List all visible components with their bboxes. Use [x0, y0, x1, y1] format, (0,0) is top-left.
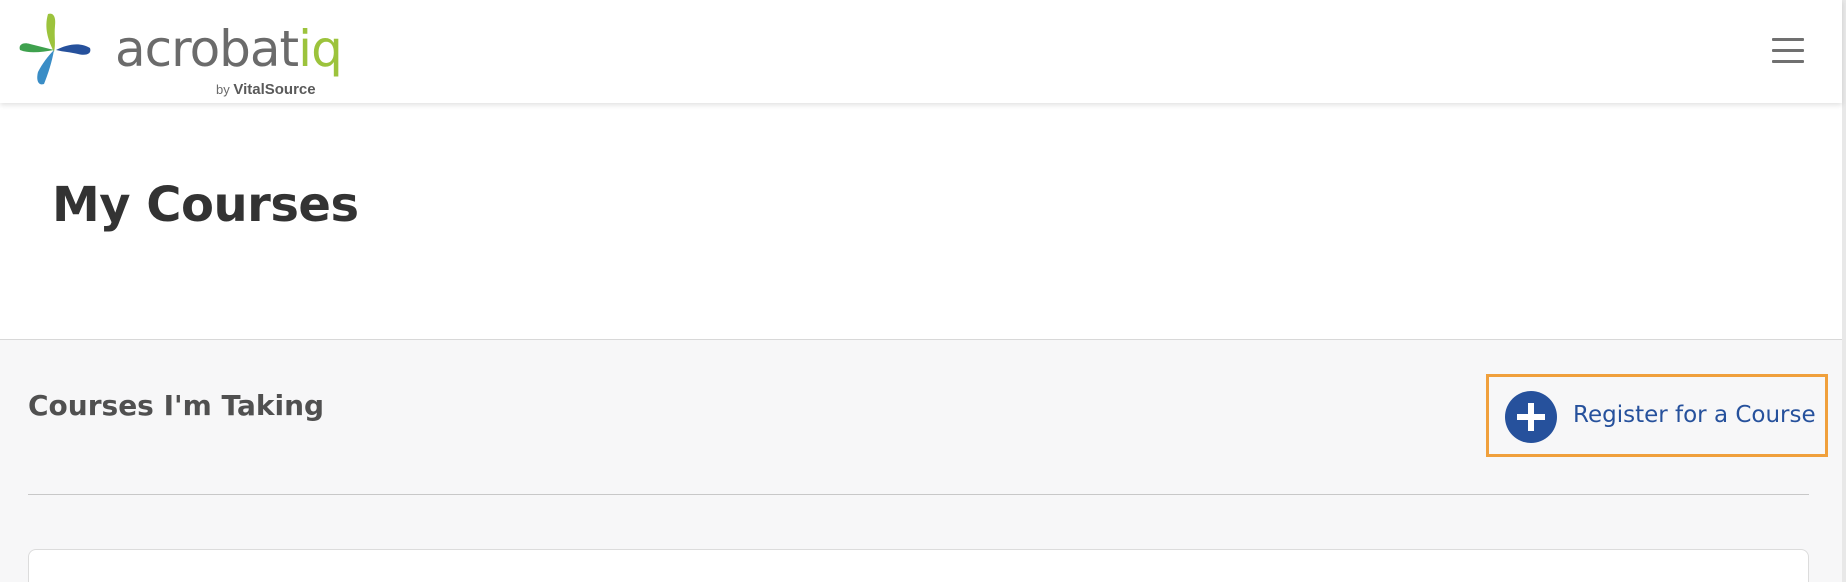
plus-circle-icon	[1505, 391, 1557, 443]
section-title: Courses I'm Taking	[28, 389, 325, 422]
menu-line	[1772, 49, 1804, 52]
hamburger-menu-icon[interactable]	[1768, 31, 1808, 71]
page-title: My Courses	[52, 177, 359, 233]
logo-byline: by VitalSource	[216, 81, 316, 98]
logo-wordmark-main: acrobat	[115, 20, 299, 78]
top-header: acrobatiq by VitalSource	[0, 0, 1842, 103]
scrollbar[interactable]	[1842, 0, 1846, 582]
section-divider	[28, 494, 1809, 495]
acrobatiq-logo[interactable]: acrobatiq by VitalSource	[18, 10, 343, 98]
page: acrobatiq by VitalSource My Courses Cour…	[0, 0, 1846, 582]
logo-wordmark-accent: iq	[298, 20, 343, 78]
courses-section: Courses I'm Taking Register for a Course	[0, 340, 1842, 582]
logo-wordmark: acrobatiq	[115, 24, 343, 74]
logo-by-label: by	[216, 82, 230, 97]
pinwheel-logo-icon	[19, 13, 91, 85]
content-area: acrobatiq by VitalSource My Courses Cour…	[0, 0, 1842, 582]
menu-line	[1772, 38, 1804, 41]
menu-line	[1772, 60, 1804, 63]
register-course-label: Register for a Course	[1573, 402, 1816, 428]
title-band: My Courses	[0, 103, 1842, 340]
logo-vendor: VitalSource	[233, 81, 316, 98]
register-course-button[interactable]: Register for a Course	[1486, 374, 1828, 457]
course-card[interactable]	[28, 549, 1809, 582]
